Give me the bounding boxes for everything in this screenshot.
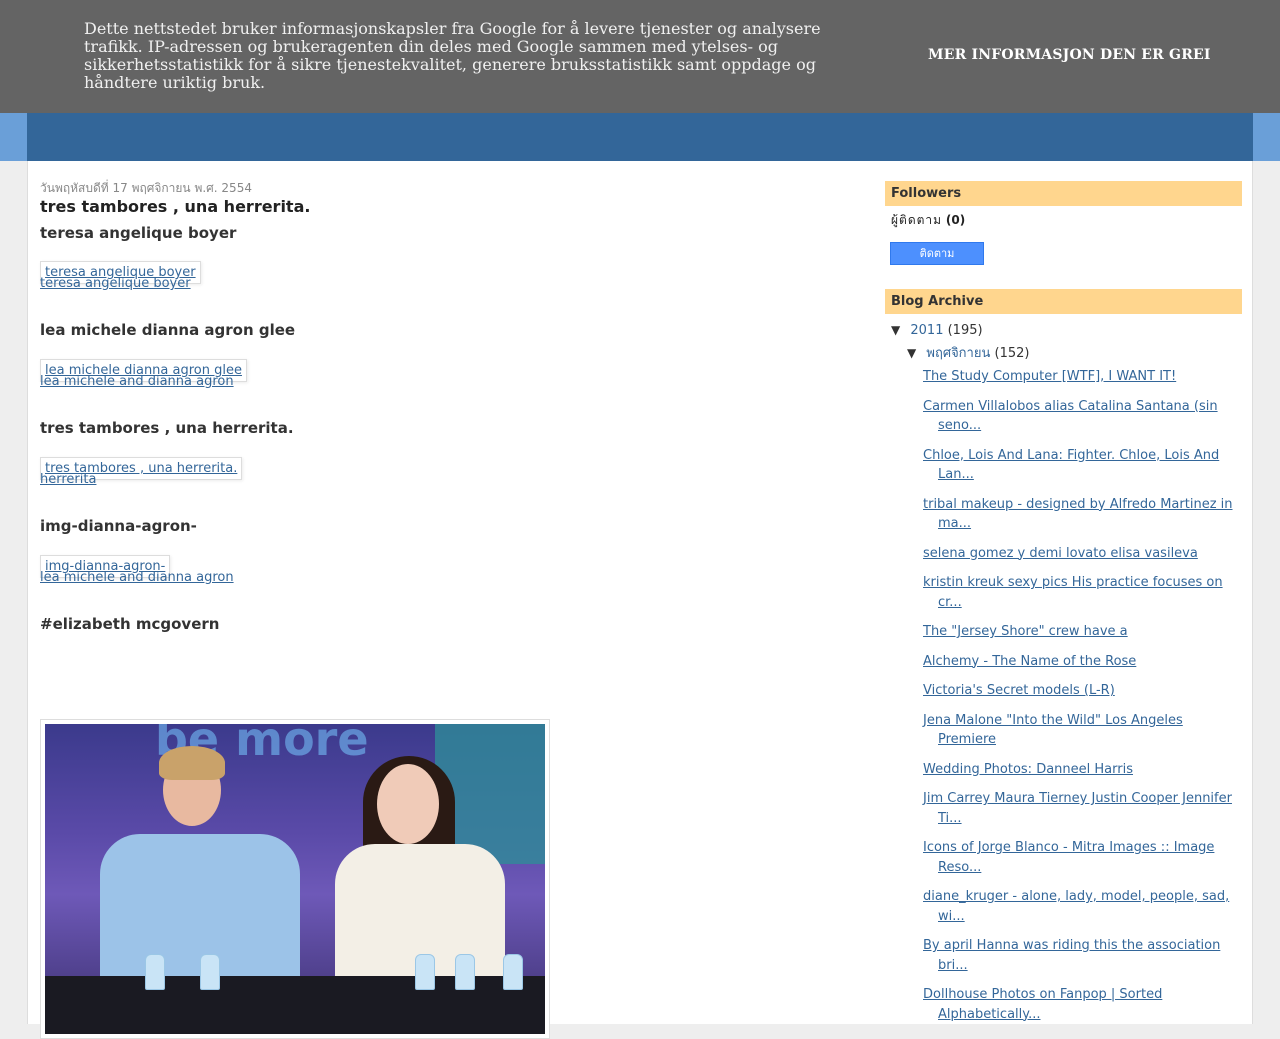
archive-post-item: Chloe, Lois And Lana: Fighter. Chloe, Lo… [923, 446, 1242, 485]
caption-link[interactable]: lea michele and dianna agron [40, 374, 840, 390]
followers-count: (0) [945, 213, 966, 227]
archive-year-count: (195) [947, 323, 983, 338]
cookie-consent-bar: Dette nettstedet bruker informasjonskaps… [0, 0, 1280, 113]
post-main: วันพฤหัสบดีที่ 17 พฤศจิกายน พ.ศ. 2554 tr… [40, 179, 840, 635]
archive-post-link[interactable]: Chloe, Lois And Lana: Fighter. Chloe, Lo… [923, 448, 1219, 483]
archive-post-link[interactable]: The "Jersey Shore" crew have a [923, 624, 1128, 639]
archive-post-list: The Study Computer [WTF], I WANT IT! Carm… [885, 367, 1242, 1024]
more-info-button[interactable]: MER INFORMASJON [928, 47, 1095, 63]
post-section: img-dianna-agron- img-dianna-agron- lea … [40, 515, 840, 586]
archive-post-link[interactable]: selena gomez y demi lovato elisa vasilev… [923, 546, 1198, 561]
archive-post-item: Wedding Photos: Danneel Harris [923, 760, 1242, 780]
archive-post-item: The Study Computer [WTF], I WANT IT! [923, 367, 1242, 387]
followers-widget: Followers ผู้ติดตาม (0) ติดตาม [885, 181, 1242, 265]
archive-post-link[interactable]: Icons of Jorge Blanco - Mitra Images :: … [923, 840, 1214, 875]
post-section: lea michele dianna agron glee lea michel… [40, 319, 840, 390]
caption-link[interactable]: lea michele and dianna agron [40, 570, 840, 586]
followers-label: ผู้ติดตาม [891, 213, 943, 227]
blog-archive-title: Blog Archive [885, 289, 1242, 314]
section-heading: img-dianna-agron- [40, 517, 197, 535]
archive-post-item: Alchemy - The Name of the Rose [923, 652, 1242, 672]
follow-button[interactable]: ติดตาม [890, 242, 984, 265]
archive-post-link[interactable]: diane_kruger - alone, lady, model, peopl… [923, 889, 1229, 924]
archive-post-link[interactable]: kristin kreuk sexy pics His practice foc… [923, 575, 1223, 610]
sidebar: Followers ผู้ติดตาม (0) ติดตาม Blog Arch… [885, 181, 1242, 1034]
section-heading: tres tambores , una herrerita. [40, 419, 294, 437]
cookie-consent-text: Dette nettstedet bruker informasjonskaps… [84, 19, 821, 92]
archive-year-link[interactable]: 2011 [910, 323, 943, 338]
followers-title: Followers [885, 181, 1242, 206]
archive-post-item: Jim Carrey Maura Tierney Justin Cooper J… [923, 789, 1242, 828]
archive-post-item: diane_kruger - alone, lady, model, peopl… [923, 887, 1242, 926]
archive-post-item: Carmen Villalobos alias Catalina Santana… [923, 397, 1242, 436]
post-title[interactable]: tres tambores , una herrerita. [40, 197, 840, 217]
archive-post-item: selena gomez y demi lovato elisa vasilev… [923, 544, 1242, 564]
archive-post-link[interactable]: By april Hanna was riding this the assoc… [923, 938, 1220, 973]
archive-post-item: tribal makeup - designed by Alfredo Mart… [923, 495, 1242, 534]
post-subtitle: teresa angelique boyer [40, 224, 237, 242]
content-panel: วันพฤหัสบดีที่ 17 พฤศจิกายน พ.ศ. 2554 tr… [27, 161, 1253, 1039]
archive-post-item: kristin kreuk sexy pics His practice foc… [923, 573, 1242, 612]
archive-post-link[interactable]: Carmen Villalobos alias Catalina Santana… [923, 399, 1218, 434]
archive-month-row: ▼ พฤศจิกายน (152) [885, 344, 1242, 367]
blog-archive-widget: Blog Archive ▼ 2011 (195) ▼ พฤศจิกายน (1… [885, 289, 1242, 1024]
archive-post-item: The "Jersey Shore" crew have a [923, 622, 1242, 642]
section-heading: lea michele dianna agron glee [40, 321, 296, 339]
archive-post-link[interactable]: The Study Computer [WTF], I WANT IT! [923, 369, 1176, 384]
section-heading: #elizabeth mcgovern [40, 615, 220, 633]
post-date: วันพฤหัสบดีที่ 17 พฤศจิกายน พ.ศ. 2554 [40, 181, 252, 195]
expand-toggle-icon[interactable]: ▼ [891, 323, 900, 337]
archive-post-item: Dollhouse Photos on Fanpop | Sorted Alph… [923, 985, 1242, 1024]
archive-post-link[interactable]: Dollhouse Photos on Fanpop | Sorted Alph… [923, 987, 1162, 1022]
archive-post-item: Victoria's Secret models (L-R) [923, 681, 1242, 701]
archive-post-item: Icons of Jorge Blanco - Mitra Images :: … [923, 838, 1242, 877]
post-section: tres tambores , una herrerita. tres tamb… [40, 417, 840, 488]
archive-post-link[interactable]: Victoria's Secret models (L-R) [923, 683, 1115, 698]
archive-post-link[interactable]: Wedding Photos: Danneel Harris [923, 762, 1133, 777]
caption-link[interactable]: teresa angelique boyer [40, 276, 840, 292]
archive-post-link[interactable]: Jim Carrey Maura Tierney Justin Cooper J… [923, 791, 1232, 826]
archive-post-item: Jena Malone "Into the Wild" Los Angeles … [923, 711, 1242, 750]
archive-month-link[interactable]: พฤศจิกายน [926, 346, 990, 361]
archive-post-link[interactable]: Alchemy - The Name of the Rose [923, 654, 1136, 669]
archive-month-count: (152) [994, 346, 1030, 361]
archive-year-row: ▼ 2011 (195) [885, 321, 1242, 344]
archive-post-link[interactable]: tribal makeup - designed by Alfredo Mart… [923, 497, 1233, 532]
post-section: teresa angelique boyer teresa angelique … [40, 243, 840, 292]
expand-toggle-icon[interactable]: ▼ [907, 346, 916, 360]
post-section: #elizabeth mcgovern [40, 613, 840, 635]
post-photo-frame[interactable]: be more [40, 719, 550, 1039]
accept-cookies-button[interactable]: DEN ER GREI [1100, 47, 1211, 63]
archive-post-link[interactable]: Jena Malone "Into the Wild" Los Angeles … [923, 713, 1183, 748]
post-photo[interactable]: be more [45, 724, 545, 1034]
archive-post-item: By april Hanna was riding this the assoc… [923, 936, 1242, 975]
